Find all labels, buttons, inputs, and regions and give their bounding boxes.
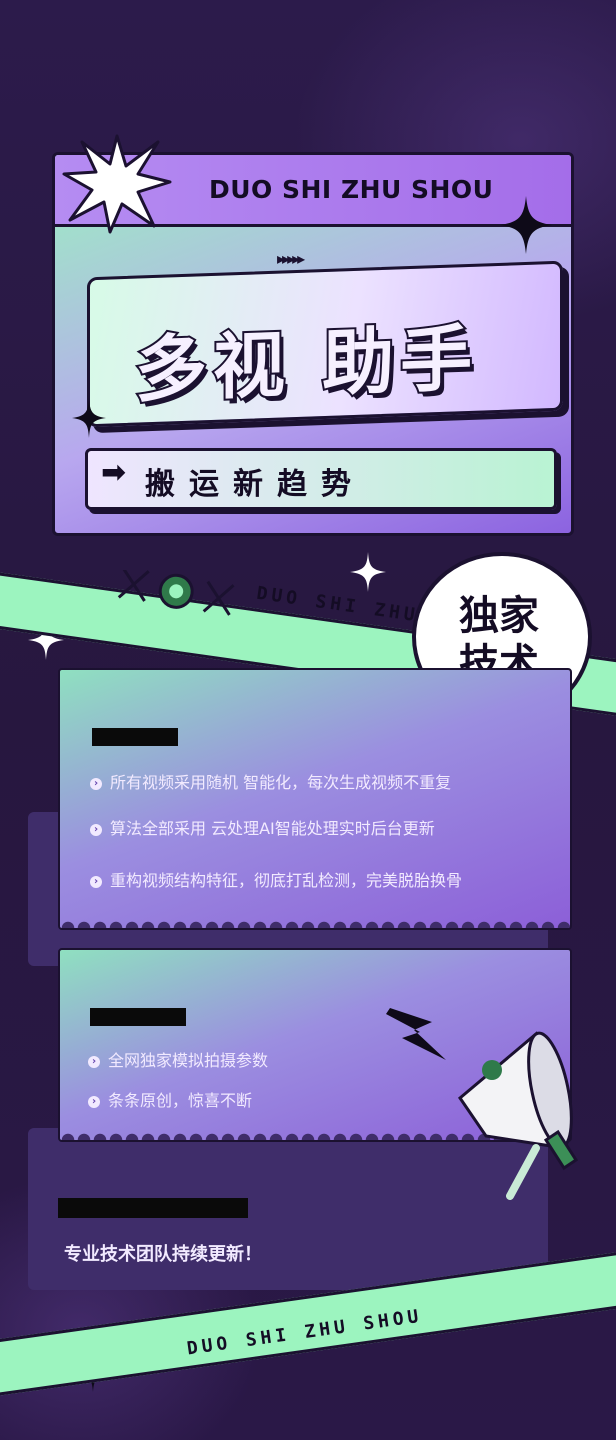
burst-icon	[62, 134, 172, 234]
subtitle: 搬运新趋势	[145, 467, 365, 502]
megaphone-icon	[457, 1031, 579, 1200]
bullet-icon: ›	[88, 1055, 100, 1068]
sparkle-icon	[350, 552, 386, 592]
feature-item: › 所有视频采用随机 智能化，每次生成视频不重复	[90, 772, 550, 794]
bullet-icon: ›	[90, 777, 102, 790]
footer-text: 专业技术团队持续更新！	[64, 1244, 262, 1265]
bullet-icon: ›	[88, 1095, 100, 1108]
redacted-bar	[92, 728, 178, 746]
redacted-bar	[90, 1008, 186, 1026]
main-title: 多视 助手	[133, 314, 480, 414]
arrow-right-icon: ➡	[101, 455, 127, 490]
redacted-bar	[58, 1198, 248, 1218]
sparkle-icon	[72, 398, 106, 438]
bullet-icon: ›	[90, 823, 102, 836]
arrows-decoration: ▸▸▸▸▸	[277, 249, 305, 268]
bullet-icon: ›	[90, 875, 102, 888]
bubble-line-1: 独家	[459, 593, 539, 639]
feature-item: › 全网独家模拟拍摄参数	[88, 1050, 388, 1072]
feature-item: › 算法全部采用 云处理AI智能处理实时后台更新	[90, 818, 510, 840]
feature-item: › 条条原创，惊喜不断	[88, 1090, 388, 1112]
brand-name: DUO SHI ZHU SHOU	[209, 175, 494, 204]
sparkle-icon	[500, 196, 552, 254]
card-scallop-edge	[60, 916, 570, 928]
feature-item: › 重构视频结构特征，彻底打乱检测，完美脱胎换骨	[90, 870, 470, 892]
ribbon-decoration-icon	[117, 570, 235, 616]
